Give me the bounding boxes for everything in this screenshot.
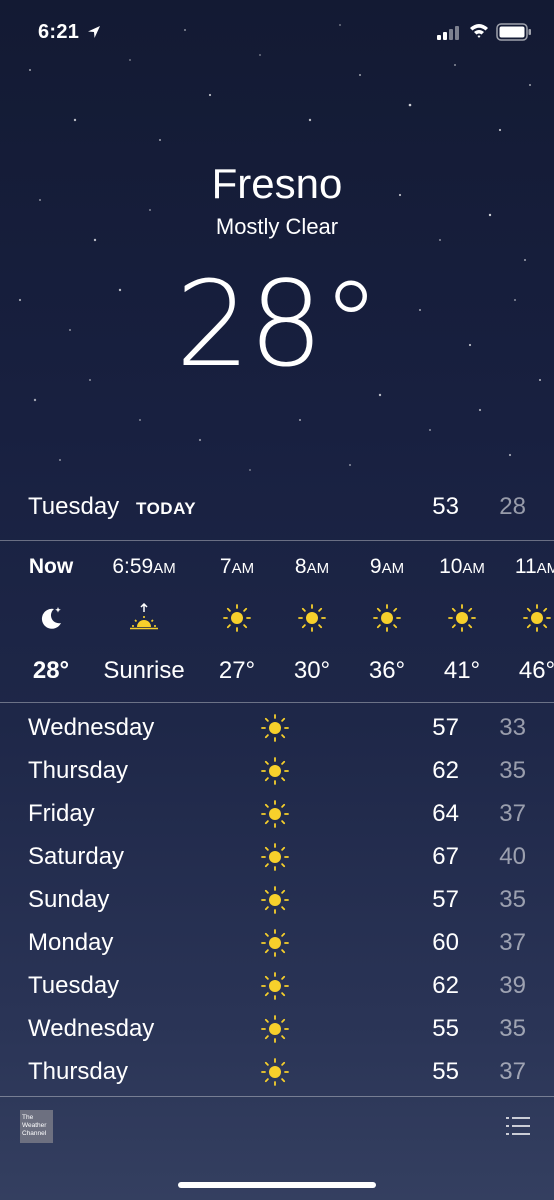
day-low-temp: 40: [499, 843, 526, 870]
sun-icon: [523, 604, 551, 632]
hour-label: 11AM: [514, 555, 554, 578]
sun-icon: [298, 604, 326, 632]
day-name: Sunday: [28, 886, 110, 913]
day-name: Tuesday: [28, 972, 120, 999]
daily-row: Monday 60 37: [0, 923, 554, 966]
signal-icon: [437, 26, 459, 40]
day-low-temp: 33: [499, 714, 526, 741]
daily-row: Thursday 55 37: [0, 1052, 554, 1095]
moon-icon: [41, 607, 61, 629]
hour-label: 6:59AM: [112, 555, 176, 578]
day-low-temp: 37: [499, 929, 526, 956]
daily-row: Sunday 57 35: [0, 880, 554, 923]
hour-temp: Sunrise: [103, 657, 185, 684]
weather-condition: Mostly Clear: [215, 214, 339, 239]
daily-row: Friday 64 37: [0, 794, 554, 837]
day-high-temp: 55: [432, 1015, 459, 1042]
day-name: Thursday: [28, 1058, 129, 1085]
hour-temp: 46°: [518, 657, 554, 684]
sunrise-icon: [130, 603, 158, 630]
hour-label: Now: [28, 555, 74, 578]
day-low-temp: 35: [499, 757, 526, 784]
sun-icon: [261, 1058, 289, 1086]
wifi-icon: [470, 24, 488, 38]
day-high-temp: 62: [432, 757, 459, 784]
day-name: Thursday: [28, 757, 129, 784]
sun-icon: [261, 972, 289, 1000]
daily-row: Wednesday 57 33: [0, 708, 554, 751]
day-name: Wednesday: [28, 1015, 155, 1042]
day-high-temp: 67: [432, 843, 459, 870]
day-high-temp: 57: [432, 714, 459, 741]
divider: [0, 702, 554, 703]
today-low-temp: 28: [499, 493, 526, 520]
status-bar: 6:21: [0, 0, 554, 66]
battery-icon: [496, 23, 531, 41]
home-indicator[interactable]: [178, 1182, 376, 1188]
sun-icon: [261, 1015, 289, 1043]
daily-forecast[interactable]: Wednesday 57 33 Thursday 62 35 Friday 64…: [0, 708, 554, 1095]
today-day-name: Tuesday: [28, 493, 120, 520]
sun-icon: [448, 604, 476, 632]
day-name: Monday: [28, 929, 114, 956]
sun-icon: [261, 757, 289, 785]
day-high-temp: 62: [432, 972, 459, 999]
day-name: Wednesday: [28, 714, 155, 741]
daily-row: Tuesday 62 39: [0, 966, 554, 1009]
day-low-temp: 39: [499, 972, 526, 999]
city-name: Fresno: [211, 160, 343, 207]
status-time: 6:21: [38, 21, 80, 43]
today-high-temp: 53: [432, 493, 459, 520]
weather-channel-logo[interactable]: The Weather Channel: [20, 1110, 53, 1143]
day-low-temp: 35: [499, 1015, 526, 1042]
daily-row: Saturday 67 40: [0, 837, 554, 880]
sun-icon: [261, 800, 289, 828]
day-high-temp: 60: [432, 929, 459, 956]
current-temperature: 28°: [175, 255, 380, 393]
sun-icon: [261, 714, 289, 742]
daily-row: Wednesday 55 35: [0, 1009, 554, 1052]
today-tag: TODAY: [136, 499, 197, 518]
sun-icon: [223, 604, 251, 632]
hourly-forecast[interactable]: Now 28° 6:59AM Sunrise 7AM 27° 8AM 30° 9…: [0, 541, 554, 701]
list-icon[interactable]: [506, 1115, 530, 1137]
hourly-item: 11AM 46°: [492, 541, 554, 701]
hourly-item: Now 28°: [6, 541, 96, 701]
day-high-temp: 57: [432, 886, 459, 913]
location-arrow-icon: [88, 26, 100, 38]
hour-temp: 28°: [32, 657, 70, 684]
day-name: Friday: [28, 800, 95, 827]
sun-icon: [261, 929, 289, 957]
hourly-item: 6:59AM Sunrise: [99, 541, 189, 701]
sun-icon: [261, 886, 289, 914]
sun-icon: [261, 843, 289, 871]
day-low-temp: 35: [499, 886, 526, 913]
sun-icon: [373, 604, 401, 632]
day-high-temp: 64: [432, 800, 459, 827]
day-low-temp: 37: [499, 800, 526, 827]
daily-row: Thursday 62 35: [0, 751, 554, 794]
day-low-temp: 37: [499, 1058, 526, 1085]
day-high-temp: 55: [432, 1058, 459, 1085]
divider: [0, 1096, 554, 1097]
today-summary-row: Tuesday TODAY 53 28: [0, 488, 554, 528]
day-name: Saturday: [28, 843, 125, 870]
